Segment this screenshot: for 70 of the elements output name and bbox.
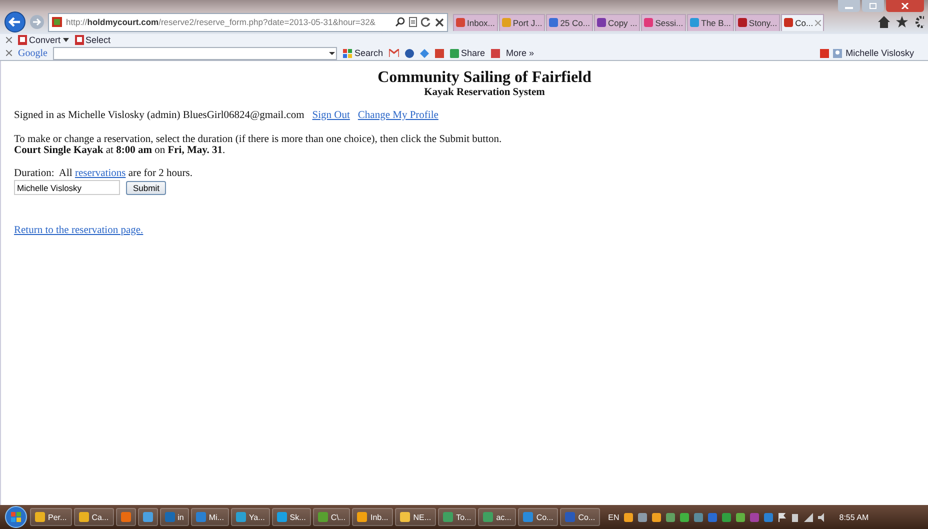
- refresh-icon[interactable]: [421, 17, 431, 27]
- start-button-icon[interactable]: [4, 506, 28, 528]
- account-name[interactable]: Michelle Vislosky: [846, 48, 914, 58]
- caret-icon[interactable]: [328, 50, 336, 56]
- taskbar-button[interactable]: Co...: [560, 508, 600, 526]
- search-icon[interactable]: [395, 17, 405, 27]
- back-button-icon[interactable]: [4, 11, 26, 33]
- duration-note: Duration: All reservations are for 2 hours.: [14, 168, 194, 179]
- close-button[interactable]: [886, 0, 924, 12]
- document-icon: [18, 35, 27, 45]
- submit-button[interactable]: Submit: [126, 180, 166, 194]
- share-button[interactable]: Share: [450, 48, 486, 58]
- reservation-details: Court Single Kayak at 8:00 am on Fri, May. 31.: [14, 145, 226, 156]
- profile-link[interactable]: Change My Profile: [358, 110, 438, 121]
- globe-icon[interactable]: [404, 48, 414, 58]
- language-indicator[interactable]: EN: [608, 512, 620, 522]
- taskbar-button[interactable]: Inb...: [352, 508, 394, 526]
- network-icon[interactable]: [804, 512, 814, 522]
- browser-tab[interactable]: Inbox...: [453, 14, 498, 30]
- search-button[interactable]: Search: [343, 48, 383, 58]
- taskbar-button[interactable]: ac...: [478, 508, 516, 526]
- instructions-text: To make or change a reservation, select the duration (if there is more than one choice), then click the Submit button.: [14, 134, 503, 145]
- search-logo-icon: [343, 48, 352, 58]
- diamond-icon[interactable]: [420, 48, 429, 58]
- taskbar-button[interactable]: [138, 508, 158, 526]
- browser-tab[interactable]: Port J...: [498, 14, 546, 30]
- google-logo: Google: [18, 48, 48, 58]
- site-subtitle: Kayak Reservation System: [423, 87, 546, 98]
- sign-out-link[interactable]: Sign Out: [312, 110, 350, 121]
- taskbar-button[interactable]: To...: [438, 508, 476, 526]
- mail-icon[interactable]: [388, 49, 399, 57]
- taskbar-button[interactable]: NE...: [395, 508, 436, 526]
- taskbar-button[interactable]: C\...: [312, 508, 350, 526]
- taskbar-button[interactable]: Ya...: [230, 508, 270, 526]
- signed-in-text: Signed in as Michelle Vislosky (admin) BluesGirl06824@gmail.com: [14, 110, 304, 121]
- document-icon: [74, 35, 84, 45]
- convert-menu[interactable]: Convert: [18, 35, 69, 45]
- browser-tab[interactable]: Sessi...: [641, 14, 686, 30]
- taskbar-button[interactable]: Per...: [30, 508, 72, 526]
- browser-tab[interactable]: Copy ...: [594, 14, 640, 30]
- page-icon: [52, 17, 62, 27]
- reservations-link[interactable]: reservations: [74, 168, 126, 179]
- caret-icon: [62, 38, 69, 42]
- taskbar-button[interactable]: Co...: [518, 508, 558, 526]
- taskbar-button[interactable]: in: [160, 508, 189, 526]
- taskbar-button[interactable]: Sk...: [272, 508, 311, 526]
- browser-tab[interactable]: Stony...: [734, 14, 780, 30]
- close-icon[interactable]: [435, 18, 444, 26]
- address-bar[interactable]: http://holdmycourt.com/reserve2/reserve_form.php?date=2013-05-31&hour=32&: [48, 12, 448, 32]
- taskbar-button[interactable]: [116, 508, 136, 526]
- taskbar-button[interactable]: Mi...: [190, 508, 229, 526]
- close-icon: [901, 3, 909, 9]
- settings-icon[interactable]: [914, 16, 924, 28]
- browser-tab[interactable]: 25 Co...: [546, 14, 593, 30]
- site-title: Community Sailing of Fairfield: [376, 69, 592, 87]
- more-button[interactable]: More »: [506, 48, 534, 58]
- search-field[interactable]: [53, 46, 338, 60]
- url-text: http://holdmycourt.com/reserve2/reserve_form.php?date=2013-05-31&hour=32&: [66, 17, 376, 27]
- restore-icon: [869, 3, 877, 9]
- browser-tab[interactable]: The B...: [687, 14, 734, 30]
- clock[interactable]: 8:55 AM: [839, 512, 869, 522]
- select-button[interactable]: Select: [74, 35, 111, 45]
- flag-icon[interactable]: [778, 512, 786, 522]
- return-link[interactable]: Return to the reservation page.: [14, 225, 144, 236]
- name-field[interactable]: Michelle Vislosky: [14, 180, 120, 195]
- browser-tab[interactable]: Co...: [781, 14, 824, 30]
- avatar-icon: [832, 48, 842, 58]
- home-icon[interactable]: [878, 16, 890, 28]
- star-icon[interactable]: [896, 16, 908, 28]
- taskbar-button[interactable]: Ca...: [74, 508, 114, 526]
